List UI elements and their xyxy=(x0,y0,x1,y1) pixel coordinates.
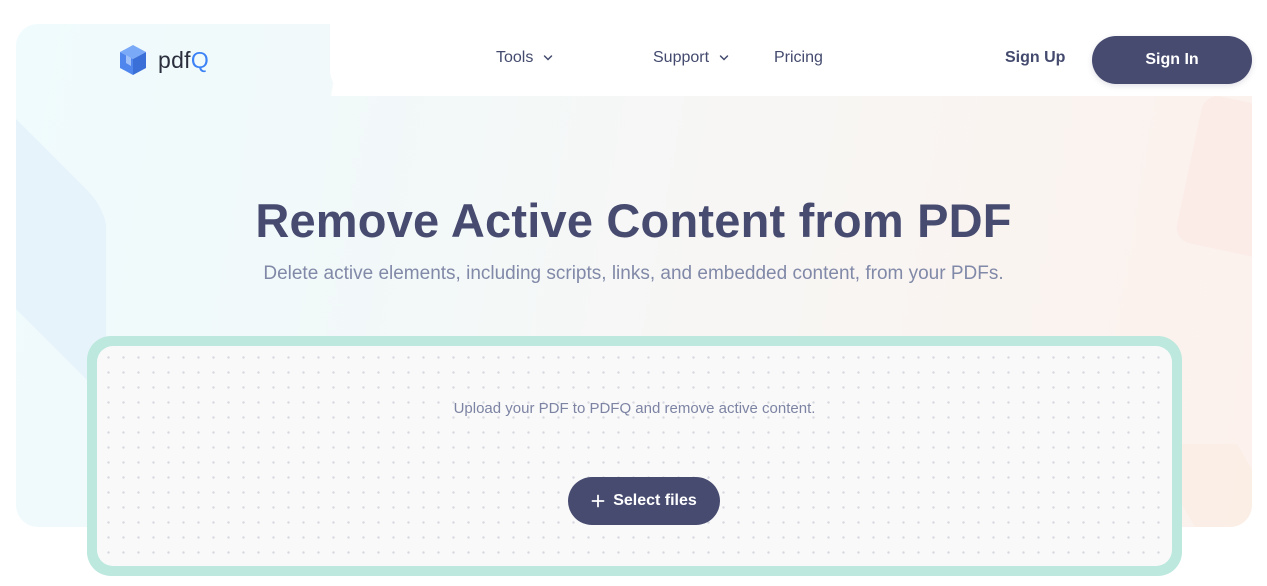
select-files-button[interactable]: Select files xyxy=(568,477,720,525)
upload-prompt: Upload your PDF to PDFQ and remove activ… xyxy=(453,400,816,417)
nav-tools-label: Tools xyxy=(496,49,534,66)
upload-dropzone[interactable]: Upload your PDF to PDFQ and remove activ… xyxy=(87,336,1182,576)
nav-support-menu[interactable]: Support xyxy=(653,49,729,67)
nav-tools-menu[interactable]: Tools xyxy=(496,49,553,67)
logo-link[interactable]: pdfQ xyxy=(118,44,209,76)
brand-name: pdfQ xyxy=(158,46,210,73)
cube-logo-icon xyxy=(120,45,146,75)
page-title: Remove Active Content from PDF xyxy=(255,194,1012,247)
page-subtitle: Delete active elements, including script… xyxy=(263,263,1004,284)
select-files-label: Select files xyxy=(613,492,697,509)
plus-icon xyxy=(591,494,605,508)
upload-dropzone-area[interactable]: Upload your PDF to PDFQ and remove activ… xyxy=(97,346,1172,566)
nav-support-label: Support xyxy=(653,49,710,66)
chevron-down-icon xyxy=(544,55,553,61)
sign-up-link[interactable]: Sign Up xyxy=(1005,49,1065,67)
sign-in-button[interactable]: Sign In xyxy=(1092,36,1252,84)
nav-pricing-link[interactable]: Pricing xyxy=(774,49,823,67)
chevron-down-icon xyxy=(719,55,729,61)
